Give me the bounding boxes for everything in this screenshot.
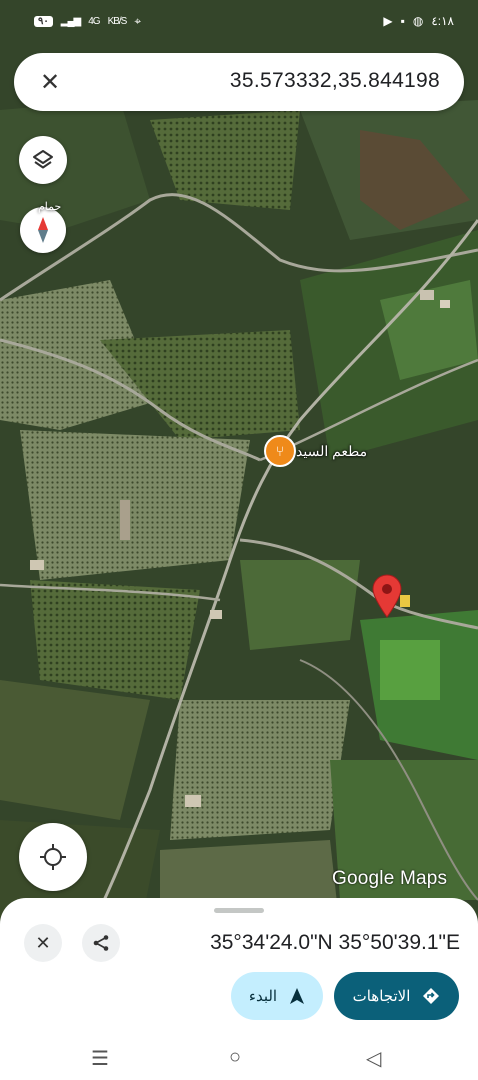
status-bar: ٩٠ ▂▄▆ 4G KB/S ⌖ ▶ ▪ ◍ ٤:١٨ <box>0 0 478 46</box>
my-location-icon <box>40 844 66 870</box>
battery-indicator: ٩٠ <box>34 16 53 27</box>
directions-button[interactable]: الاتجاهات <box>334 972 459 1020</box>
back-icon[interactable]: ◁ <box>366 1046 381 1071</box>
network-speed: KB/S <box>107 16 128 27</box>
my-location-button[interactable] <box>19 823 87 891</box>
red-pin-icon[interactable] <box>371 574 403 623</box>
coordinates-dms: 35°34'24.0"N 35°50'39.1"E <box>210 931 460 954</box>
search-query[interactable]: 35.573332,35.844198 <box>230 69 440 93</box>
system-nav-bar: ☰ ○ ◁ <box>0 1038 478 1080</box>
close-sheet-button[interactable]: ✕ <box>24 924 62 962</box>
google-maps-logo: Google Maps <box>332 868 448 889</box>
layers-button[interactable] <box>19 136 67 184</box>
compass-button[interactable] <box>20 207 66 253</box>
close-icon: ✕ <box>35 932 51 953</box>
search-bar[interactable]: ✕ 35.573332,35.844198 <box>14 53 464 111</box>
status-left: ٩٠ ▂▄▆ 4G KB/S ⌖ <box>34 14 141 29</box>
share-button[interactable] <box>82 924 120 962</box>
compass-icon <box>38 217 48 243</box>
whatsapp-icon: ◍ <box>412 14 424 28</box>
close-icon[interactable]: ✕ <box>34 66 66 98</box>
directions-icon <box>423 988 440 1004</box>
layers-icon <box>33 150 53 169</box>
home-icon[interactable]: ○ <box>229 1046 241 1069</box>
start-button[interactable]: البدء <box>231 972 323 1020</box>
directions-label: الاتجاهات <box>352 988 411 1005</box>
bottom-sheet[interactable]: ✕ 35°34'24.0"N 35°50'39.1"E الاتجاهات ال… <box>0 898 478 1080</box>
navigation-arrow-icon <box>290 988 305 1004</box>
sheet-drag-handle[interactable] <box>214 908 264 913</box>
place-label: حمام <box>38 201 62 213</box>
status-right: ▶ ▪ ◍ ٤:١٨ <box>383 14 454 28</box>
restaurant-icon[interactable]: ⑂ <box>264 435 296 467</box>
poi-label[interactable]: مطعم السيد <box>296 443 367 460</box>
network-type: 4G <box>88 16 100 27</box>
location-icon: ⌖ <box>134 14 142 28</box>
youtube-icon: ▶ <box>383 14 393 28</box>
clock: ٤:١٨ <box>431 14 454 28</box>
share-icon <box>93 935 109 951</box>
notification-icon: ▪ <box>400 14 405 28</box>
signal-icon: ▂▄▆ <box>60 16 81 27</box>
menu-icon[interactable]: ☰ <box>91 1046 109 1071</box>
start-label: البدء <box>248 988 278 1005</box>
satellite-map[interactable] <box>0 0 478 930</box>
